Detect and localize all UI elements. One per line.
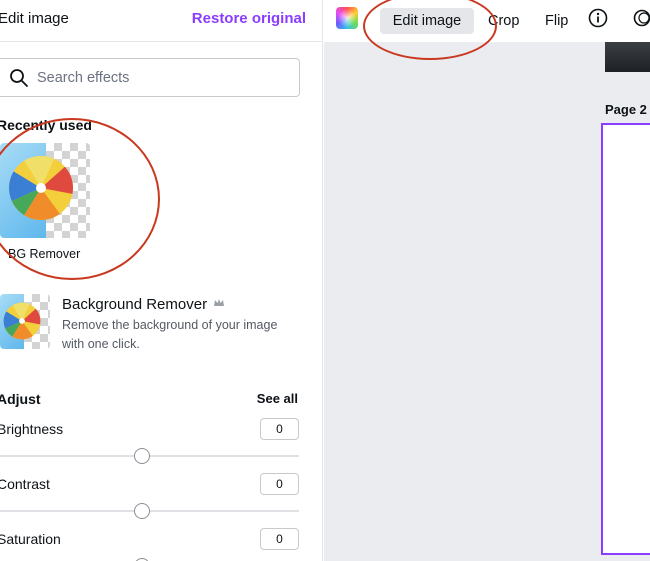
background-remover-name[interactable]: Background Remover xyxy=(62,296,207,313)
contrast-label: Contrast xyxy=(0,476,50,492)
search-effects-box[interactable] xyxy=(0,58,300,97)
page-label: Page 2 xyxy=(605,102,647,117)
search-input[interactable] xyxy=(37,68,277,88)
saturation-label: Saturation xyxy=(0,531,61,547)
brightness-label: Brightness xyxy=(0,421,64,437)
page-2-canvas[interactable] xyxy=(601,123,650,555)
animate-icon[interactable] xyxy=(632,8,650,28)
see-all-link[interactable]: See all xyxy=(257,391,298,406)
contrast-slider-handle[interactable] xyxy=(134,503,150,519)
page-1-thumbnail[interactable] xyxy=(605,42,650,72)
brightness-slider-handle[interactable] xyxy=(134,448,150,464)
beach-ball-small-icon xyxy=(3,302,41,340)
search-icon xyxy=(10,69,28,87)
panel-header: Edit image Restore original xyxy=(0,0,322,42)
restore-original-button[interactable]: Restore original xyxy=(192,10,306,27)
rainbow-color-icon[interactable] xyxy=(336,7,358,29)
background-remover-thumbnail[interactable] xyxy=(0,294,50,349)
bg-remover-label: BG Remover xyxy=(8,247,81,261)
bg-remover-recent-item[interactable] xyxy=(0,143,90,238)
beach-ball-icon xyxy=(9,156,73,220)
flip-button[interactable]: Flip xyxy=(545,8,568,34)
edit-image-panel: Edit image Restore original Recently use… xyxy=(0,0,323,561)
adjust-title: Adjust xyxy=(0,391,41,407)
background-remover-description: Remove the background of your image with… xyxy=(62,318,278,351)
contrast-slider[interactable] xyxy=(0,503,299,519)
crown-icon xyxy=(214,299,224,306)
saturation-value-input[interactable]: 0 xyxy=(260,528,299,550)
brightness-slider[interactable] xyxy=(0,448,299,464)
edit-image-button[interactable]: Edit image xyxy=(380,8,474,34)
brightness-value-input[interactable]: 0 xyxy=(260,418,299,440)
crop-button[interactable]: Crop xyxy=(488,8,519,34)
recently-used-title: Recently used xyxy=(0,117,92,133)
info-icon[interactable] xyxy=(588,8,608,28)
contrast-value-input[interactable]: 0 xyxy=(260,473,299,495)
panel-title: Edit image xyxy=(0,10,69,27)
